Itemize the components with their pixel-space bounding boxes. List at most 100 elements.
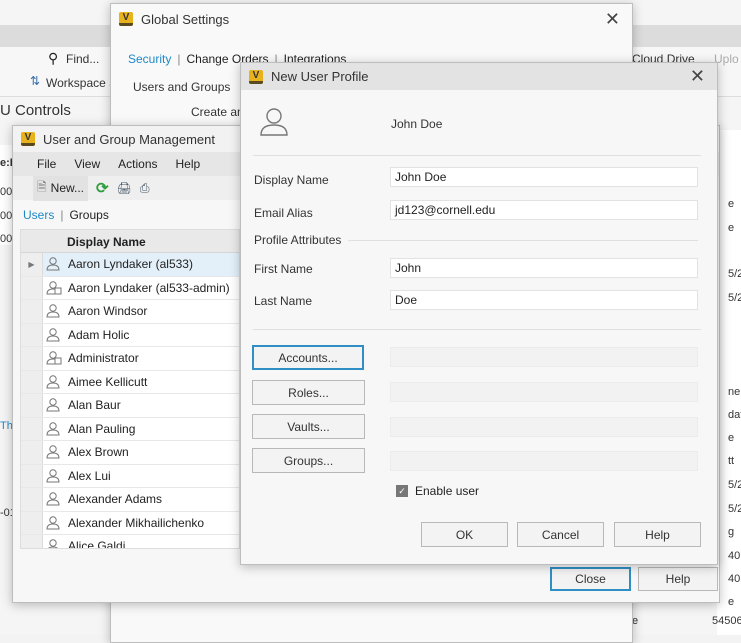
vaults-button[interactable]: Vaults... (252, 414, 365, 439)
user-name: Aaron Lyndaker (al533) (68, 257, 193, 272)
ok-button[interactable]: OK (421, 522, 508, 547)
cell: tt (728, 455, 735, 467)
email-alias-label: Email Alias (254, 206, 313, 220)
user-name: Alan Pauling (68, 421, 136, 436)
user-icon (43, 445, 65, 459)
user-name: Alexander Adams (68, 492, 163, 507)
table-row[interactable]: Aimee Kellicutt (21, 370, 239, 394)
table-row[interactable]: Adam Holic (21, 323, 239, 347)
row-indicator (21, 276, 43, 299)
roles-button[interactable]: Roles... (252, 380, 365, 405)
user-name: Alex Lui (68, 468, 111, 483)
users-grid: Display Name ▶ Aaron Lyndaker (al533) Aaro… (20, 229, 240, 549)
user-icon (43, 398, 65, 412)
row-indicator (21, 441, 43, 464)
workspace-button[interactable]: Workspace S (46, 76, 117, 90)
menu-help[interactable]: Help (176, 157, 201, 171)
grid-header[interactable]: Display Name (21, 230, 239, 253)
help-button[interactable]: Help (638, 567, 718, 591)
checkbox-checked-icon[interactable]: ✓ (396, 485, 408, 497)
row-indicator (21, 464, 43, 487)
first-name-input[interactable]: John (390, 258, 698, 278)
accounts-value (390, 347, 698, 367)
user-icon (43, 304, 65, 318)
cell: 54506 (712, 615, 741, 627)
close-icon[interactable]: ✕ (690, 66, 705, 87)
close-icon[interactable]: ✕ (605, 9, 620, 30)
print-preview-icon[interactable]: ⎙ (140, 181, 150, 196)
new-document-icon: 🗎 (37, 179, 47, 194)
user-name: Adam Holic (68, 327, 130, 342)
user-name: Aimee Kellicutt (68, 374, 148, 389)
row-indicator (21, 300, 43, 323)
table-row[interactable]: Administrator (21, 347, 239, 371)
user-icon (43, 328, 65, 342)
user-name: Alan Baur (68, 398, 121, 413)
table-row[interactable]: Alexander Adams (21, 488, 239, 512)
last-name-input[interactable]: Doe (390, 290, 698, 310)
row-indicator (21, 511, 43, 534)
menu-file[interactable]: File (37, 157, 56, 171)
table-row[interactable]: Alex Brown (21, 441, 239, 465)
new-button[interactable]: 🗎 New... (33, 175, 89, 201)
groups-value (390, 451, 698, 471)
row-indicator (21, 323, 43, 346)
tab-users[interactable]: Users (23, 208, 54, 222)
cell: ne (728, 386, 741, 398)
admin-user-icon (43, 281, 65, 295)
table-row[interactable]: Aaron Lyndaker (al533-admin) (21, 276, 239, 300)
find-button[interactable]: Find... (66, 52, 99, 66)
cell: e (728, 198, 735, 210)
table-row[interactable]: Alan Pauling (21, 417, 239, 441)
user-icon (43, 539, 65, 548)
accounts-button[interactable]: Accounts... (252, 345, 364, 370)
cancel-button[interactable]: Cancel (517, 522, 604, 547)
cell: g (728, 526, 735, 538)
user-name: Administrator (68, 351, 139, 366)
table-row[interactable]: Alex Lui (21, 464, 239, 488)
enable-user-checkbox[interactable]: ✓ Enable user (396, 484, 479, 498)
vault-logo-icon: V (21, 132, 35, 146)
print-icon[interactable]: 🖨 (117, 181, 132, 195)
close-button[interactable]: Close (550, 567, 631, 591)
section-title: U Controls (0, 102, 71, 119)
cell: 5/2 (728, 479, 741, 491)
section-label: Users and Groups (133, 80, 231, 94)
cell: e (728, 432, 735, 444)
row-indicator (21, 417, 43, 440)
table-row[interactable]: Alexander Mikhailichenko (21, 511, 239, 535)
row-indicator (21, 394, 43, 417)
groups-button[interactable]: Groups... (252, 448, 365, 473)
table-row[interactable]: Alan Baur (21, 394, 239, 418)
user-name: Alex Brown (68, 445, 129, 460)
profile-name: John Doe (391, 117, 443, 131)
vault-logo-icon: V (249, 69, 263, 84)
display-name-input[interactable]: John Doe (390, 167, 698, 187)
vaults-value (390, 417, 698, 437)
email-alias-input[interactable]: jd123@cornell.edu (390, 200, 698, 220)
menu-view[interactable]: View (74, 157, 100, 171)
user-name: Alexander Mikhailichenko (68, 515, 205, 530)
cell: e (728, 596, 735, 608)
menu-actions[interactable]: Actions (118, 157, 157, 171)
tab-security[interactable]: Security (128, 52, 171, 66)
vault-logo-icon: V (119, 12, 133, 26)
user-icon (43, 469, 65, 483)
table-row[interactable]: ▶ Aaron Lyndaker (al533) (21, 253, 239, 277)
admin-user-icon (43, 351, 65, 365)
tab-groups[interactable]: Groups (69, 208, 108, 222)
table-row[interactable]: Alice Galdi (21, 535, 239, 549)
last-name-label: Last Name (254, 294, 313, 308)
table-row[interactable]: Aaron Windsor (21, 300, 239, 324)
roles-value (390, 382, 698, 402)
user-icon (43, 257, 65, 271)
refresh-icon[interactable]: ⟳ (96, 179, 109, 197)
user-name: Alice Galdi (68, 539, 126, 549)
new-user-profile-dialog: V New User Profile ✕ John Doe Display Na… (240, 62, 718, 565)
user-name: Aaron Windsor (68, 304, 148, 319)
user-name: Aaron Lyndaker (al533-admin) (68, 280, 230, 295)
row-indicator (21, 370, 43, 393)
help-button[interactable]: Help (614, 522, 701, 547)
first-name-label: First Name (254, 262, 313, 276)
column-display-name[interactable]: Display Name (67, 235, 146, 249)
